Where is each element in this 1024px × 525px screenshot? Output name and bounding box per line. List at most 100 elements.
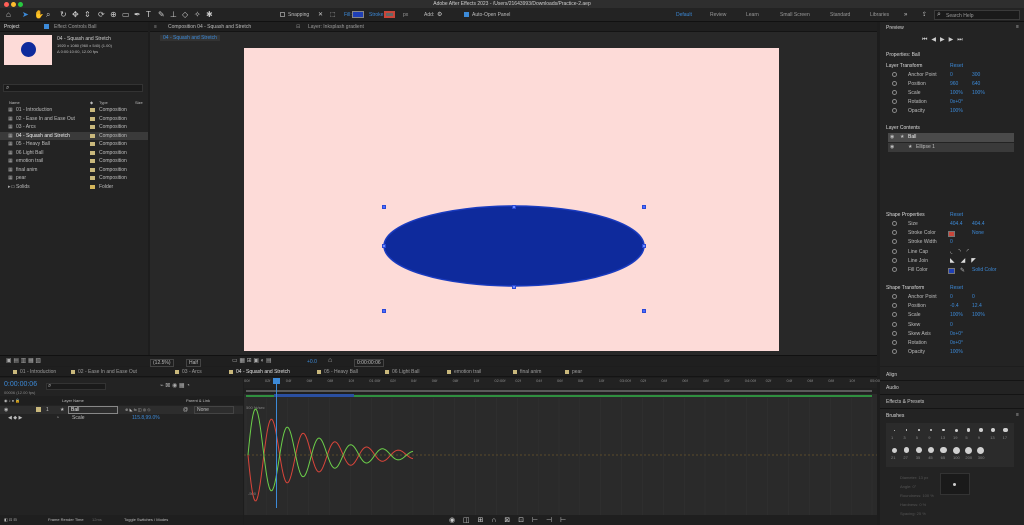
playback-controls-icons[interactable]: ⏮◀▶▶⏭	[922, 36, 967, 44]
property-value-1[interactable]: 0x+0°	[950, 331, 963, 337]
snapping-checkbox[interactable]	[280, 12, 285, 17]
fill-color-swatch[interactable]	[948, 268, 955, 274]
contents-row-ball[interactable]: ◉ ★ Ball	[888, 133, 1014, 142]
project-item[interactable]: ▦ 03 - Arcs Composition	[0, 123, 148, 131]
label-swatch[interactable]	[90, 184, 95, 189]
breadcrumb[interactable]: 04 - Squash and Stretch	[160, 35, 220, 41]
keyframe-toggle-icon[interactable]	[892, 72, 897, 77]
label-swatch[interactable]	[90, 142, 95, 146]
current-time-indicator[interactable]	[273, 378, 280, 508]
property-row[interactable]: Scale 100% 100%	[880, 311, 1024, 320]
project-item[interactable]: ▦ 06 Light Ball Composition	[0, 149, 148, 157]
workspace-menu-icon[interactable]: »	[904, 11, 907, 19]
property-row[interactable]: Anchor Point 0 0	[880, 293, 1024, 302]
label-color[interactable]	[36, 407, 41, 412]
timeline-tab[interactable]: pear	[572, 369, 582, 375]
brush-tool-icon[interactable]: ✎	[158, 11, 165, 19]
layer-switch-icons[interactable]: ⊕ ◣ fx ◫ ◎ ◇	[125, 407, 150, 413]
property-value-2[interactable]: 100%	[972, 312, 985, 318]
keyframe-toggle-icon[interactable]	[892, 221, 897, 226]
layer-row-ball[interactable]: ◉ 1 ★ Ball ⊕ ◣ fx ◫ ◎ ◇ @ None	[0, 406, 243, 414]
eraser-tool-icon[interactable]: ◇	[182, 11, 188, 19]
brush-preset-icon[interactable]	[977, 446, 985, 454]
line-join-icons[interactable]: ◣◢◤	[950, 257, 982, 264]
brush-preset-icon[interactable]	[891, 447, 897, 453]
fill-swatch[interactable]	[352, 11, 364, 18]
property-row[interactable]: Scale 100% 100%	[880, 89, 1024, 98]
comp-name[interactable]: 04 - Squash and Stretch	[57, 36, 111, 42]
label-swatch[interactable]	[90, 125, 95, 129]
workspace-standard[interactable]: Standard	[830, 12, 850, 18]
rotate-tool-icon[interactable]: ⟳	[98, 11, 105, 19]
property-value-1[interactable]: 100%	[950, 349, 963, 355]
stroke-label[interactable]: Stroke:	[369, 12, 385, 18]
project-item[interactable]: ▸▭ Solids Folder	[0, 183, 148, 191]
property-value-1[interactable]: 0	[950, 294, 953, 300]
keyframe-toggle-icon[interactable]	[892, 303, 897, 309]
property-row[interactable]: Size 404.4 404.4	[880, 220, 1024, 229]
work-area-range[interactable]	[246, 390, 872, 392]
keyframe-toggle-icon[interactable]	[892, 349, 897, 355]
orbit-tool-icon[interactable]: ↻	[60, 11, 67, 19]
brush-preset-icon[interactable]	[952, 446, 960, 454]
eye-icon[interactable]: ◉	[890, 144, 894, 150]
eye-icon[interactable]: ◉	[4, 407, 8, 413]
brush-grid[interactable]: 1 3 5 9 13 19 5 9 13 17 21 27 35 45 65 100 200 300	[886, 423, 1014, 467]
property-value-2[interactable]: 640	[972, 81, 980, 87]
brush-preset-icon[interactable]	[917, 429, 920, 431]
keyframe-toggle-icon[interactable]	[892, 321, 897, 327]
tab-composition[interactable]: Composition 04 - Squash and Stretch	[168, 24, 251, 30]
property-row[interactable]: Position -0.4 12.4	[880, 302, 1024, 311]
zoom-tool-icon[interactable]: ⌕	[46, 11, 50, 19]
timeline-tab[interactable]: 03 - Arcs	[182, 369, 202, 375]
property-row[interactable]: Opacity 100%	[880, 107, 1024, 116]
project-item[interactable]: ▦ emotion trail Composition	[0, 157, 148, 165]
keyframe-toggle-icon[interactable]	[892, 81, 897, 86]
contents-row-ellipse[interactable]: ◉ ★ Ellipse 1	[888, 143, 1014, 152]
menu-icon[interactable]: ≡	[1016, 412, 1019, 418]
label-swatch[interactable]	[90, 108, 95, 112]
search-help-box[interactable]: ⌕ Search Help	[934, 10, 1020, 20]
project-item[interactable]: ▦ final anim Composition	[0, 166, 148, 174]
workspace-default[interactable]: Default	[676, 12, 692, 18]
property-value-1[interactable]: 404.4	[950, 221, 963, 227]
toggle-switches-modes[interactable]: Toggle Switches / Modes	[124, 517, 168, 523]
workspace-libraries[interactable]: Libraries	[870, 12, 889, 18]
property-value-2[interactable]: 0	[972, 294, 975, 300]
menu-icon[interactable]: ≡	[1016, 24, 1019, 30]
shape-transform-reset[interactable]: Reset	[950, 285, 963, 291]
label-swatch[interactable]	[90, 116, 95, 121]
property-value-1[interactable]: 100%	[950, 312, 963, 318]
property-row-scale[interactable]: ◀ ◆ ▶ ◔ Scale 115.8,99.0%	[0, 414, 243, 422]
brush-preset-icon[interactable]	[928, 446, 935, 454]
workspace-review[interactable]: Review	[710, 12, 726, 18]
keyframe-nav-icon[interactable]: ◀ ◆ ▶	[8, 415, 22, 421]
brush-preset-icon[interactable]	[930, 428, 933, 432]
project-item[interactable]: ▦ 01 - Introduction Composition	[0, 106, 148, 114]
property-value-1[interactable]: 0	[950, 72, 953, 78]
timeline-tab[interactable]: emotion trail	[454, 369, 481, 375]
text-tool-icon[interactable]: T	[146, 11, 151, 19]
parent-pickwhip-icon[interactable]: @	[183, 407, 188, 413]
brush-preset-icon[interactable]	[954, 428, 958, 432]
layer-name[interactable]: Ball	[68, 406, 118, 414]
playhead-handle[interactable]	[273, 378, 280, 384]
label-swatch[interactable]	[90, 167, 95, 172]
keyframe-toggle-icon[interactable]	[892, 267, 897, 272]
property-row[interactable]: Skew 0	[880, 321, 1024, 330]
current-time[interactable]: 0:00:00:06	[4, 381, 37, 389]
property-row[interactable]: Rotation 0x+0°	[880, 98, 1024, 107]
keyframe-toggle-icon[interactable]	[892, 108, 897, 113]
tab-layer[interactable]: Layer: Inksplash gradient	[308, 24, 364, 30]
property-row[interactable]: Opacity 100%	[880, 348, 1024, 357]
timeline-search-input[interactable]: ⌕	[46, 383, 106, 390]
home-icon[interactable]: ⌂	[6, 11, 11, 19]
anchor-tool-icon[interactable]: ⊕	[110, 11, 117, 19]
property-value-1[interactable]: 0	[950, 239, 953, 245]
composition-canvas[interactable]	[244, 48, 779, 351]
property-row[interactable]: Rotation 0x+0°	[880, 339, 1024, 348]
brush-preset-icon[interactable]	[940, 446, 947, 454]
parent-select[interactable]: None	[194, 406, 234, 414]
bounding-handle-bl[interactable]	[382, 309, 386, 313]
bounding-handle-br[interactable]	[642, 309, 646, 313]
